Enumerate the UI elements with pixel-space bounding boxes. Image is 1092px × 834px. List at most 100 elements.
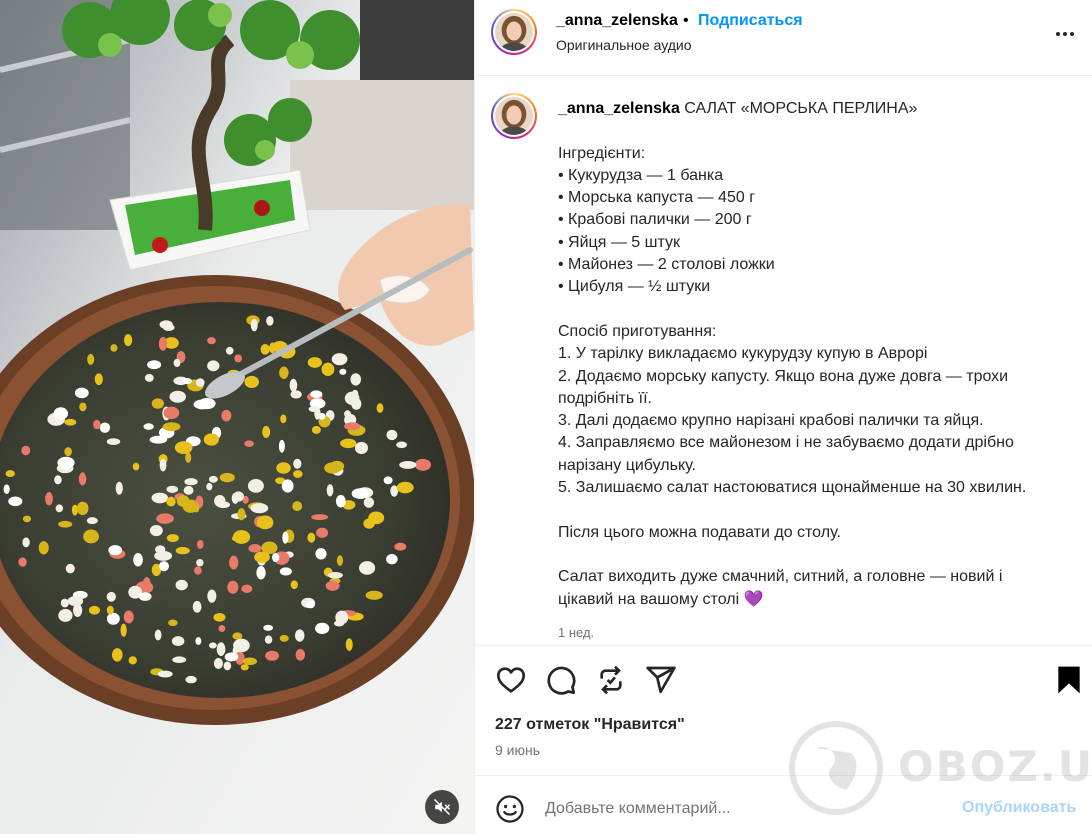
salad-bit bbox=[45, 492, 53, 506]
mute-button[interactable] bbox=[425, 790, 459, 824]
salad-bit bbox=[223, 661, 232, 671]
salad-bit bbox=[315, 548, 327, 560]
salad-bit bbox=[307, 357, 322, 368]
more-dots-icon[interactable] bbox=[1053, 22, 1077, 46]
repost-icon[interactable] bbox=[595, 664, 627, 696]
paper-plane-icon[interactable] bbox=[645, 664, 677, 696]
salad-bit bbox=[344, 422, 361, 431]
salad-bit bbox=[72, 603, 83, 617]
salad-bit bbox=[216, 642, 226, 657]
salad-bit bbox=[293, 458, 302, 469]
salad-bit bbox=[58, 520, 73, 528]
salad-bit bbox=[359, 561, 376, 575]
post-media[interactable] bbox=[0, 0, 474, 834]
salad-bit bbox=[106, 612, 120, 625]
salad-bit bbox=[163, 406, 180, 420]
salad-bit bbox=[203, 433, 220, 446]
salad-bit bbox=[143, 423, 154, 430]
profile-photo bbox=[495, 97, 533, 135]
salad-photo bbox=[0, 0, 474, 834]
caption-body: САЛАТ «МОРСЬКА ПЕРЛИНА» Інгредієнти: • К… bbox=[558, 100, 1027, 608]
salad-bit bbox=[144, 373, 154, 382]
salad-bit bbox=[195, 637, 202, 645]
salad-bit bbox=[94, 373, 103, 386]
salad-bit bbox=[336, 555, 344, 566]
salad-bit bbox=[209, 642, 217, 649]
salad-bit bbox=[162, 422, 181, 432]
salad-bit bbox=[151, 398, 164, 409]
salad-bit bbox=[132, 462, 140, 471]
salad-bit bbox=[184, 478, 198, 486]
salad-bit bbox=[60, 598, 69, 608]
salad-bit bbox=[58, 608, 73, 622]
salad-bit bbox=[196, 539, 204, 549]
author-avatar[interactable] bbox=[491, 9, 537, 55]
salad-bit bbox=[185, 675, 197, 684]
salad-bit bbox=[166, 534, 179, 543]
salad-bit bbox=[363, 497, 375, 508]
salad-bit bbox=[307, 532, 316, 543]
salad-bit bbox=[231, 534, 249, 542]
likes-count[interactable]: 227 отметок "Нравится" bbox=[495, 716, 685, 734]
salad-bit bbox=[192, 600, 202, 613]
salad-bit bbox=[263, 624, 274, 631]
comment-input[interactable] bbox=[545, 796, 945, 822]
salad-bit bbox=[76, 501, 89, 516]
salad-bit bbox=[111, 648, 123, 662]
salad-bit bbox=[294, 629, 305, 642]
salad-bit bbox=[316, 527, 329, 538]
salad-bit bbox=[237, 508, 246, 521]
salad-bit bbox=[233, 638, 250, 653]
author-username[interactable]: _anna_zelenska bbox=[556, 12, 678, 30]
salad-bit bbox=[207, 360, 220, 372]
salad-bit bbox=[106, 438, 121, 445]
salad-bit bbox=[219, 472, 235, 483]
salad-bit bbox=[128, 656, 137, 665]
salad-bit bbox=[195, 378, 205, 387]
salad-bit bbox=[224, 652, 239, 662]
salad-bit bbox=[344, 391, 360, 405]
salad-bit bbox=[308, 405, 320, 413]
salad-bit bbox=[57, 456, 75, 469]
salad-bit bbox=[269, 342, 276, 354]
salad-bit bbox=[86, 517, 98, 525]
salad-bit bbox=[194, 566, 202, 575]
salad-bit bbox=[351, 488, 370, 499]
salad-bit bbox=[241, 584, 253, 594]
action-bar: 227 отметок "Нравится" 9 июнь bbox=[475, 645, 1092, 775]
salad-bit bbox=[213, 658, 223, 669]
salad-bit bbox=[279, 567, 292, 576]
follow-button[interactable]: Подписаться bbox=[698, 12, 803, 30]
bookmark-filled-icon[interactable] bbox=[1053, 664, 1085, 696]
caption-username[interactable]: _anna_zelenska bbox=[558, 100, 680, 117]
salad-bit bbox=[248, 544, 262, 553]
heart-icon[interactable] bbox=[495, 664, 527, 696]
caption-author-avatar[interactable] bbox=[491, 93, 537, 139]
salad-bit bbox=[221, 409, 232, 422]
salad-bit bbox=[87, 353, 95, 365]
salad-bit bbox=[289, 378, 298, 392]
audio-label[interactable]: Оригинальное аудио bbox=[556, 37, 692, 53]
salad-bit bbox=[321, 362, 335, 376]
comment-bubble-icon[interactable] bbox=[545, 664, 577, 696]
salad-bit bbox=[74, 387, 89, 399]
salad-bit bbox=[256, 566, 266, 580]
salad-bit bbox=[149, 524, 163, 537]
salad-bit bbox=[242, 657, 258, 666]
salad-bit bbox=[310, 390, 323, 399]
salad-bit bbox=[64, 418, 77, 426]
publish-button[interactable]: Опубликовать bbox=[962, 799, 1076, 817]
salad-bit bbox=[394, 542, 407, 551]
salad-bit bbox=[227, 580, 239, 594]
salad-bit bbox=[399, 461, 417, 469]
salad-bit bbox=[414, 458, 432, 471]
salad-bit bbox=[271, 552, 280, 563]
salad-bit bbox=[305, 600, 316, 609]
post-date[interactable]: 9 июнь bbox=[495, 742, 540, 758]
salad-bit bbox=[229, 555, 239, 570]
smiley-icon[interactable] bbox=[495, 794, 525, 824]
salad-bit bbox=[158, 561, 169, 572]
caption-time-ago[interactable]: 1 нед. bbox=[558, 625, 594, 640]
salad-bit bbox=[282, 531, 289, 544]
salad-bit bbox=[329, 460, 345, 472]
